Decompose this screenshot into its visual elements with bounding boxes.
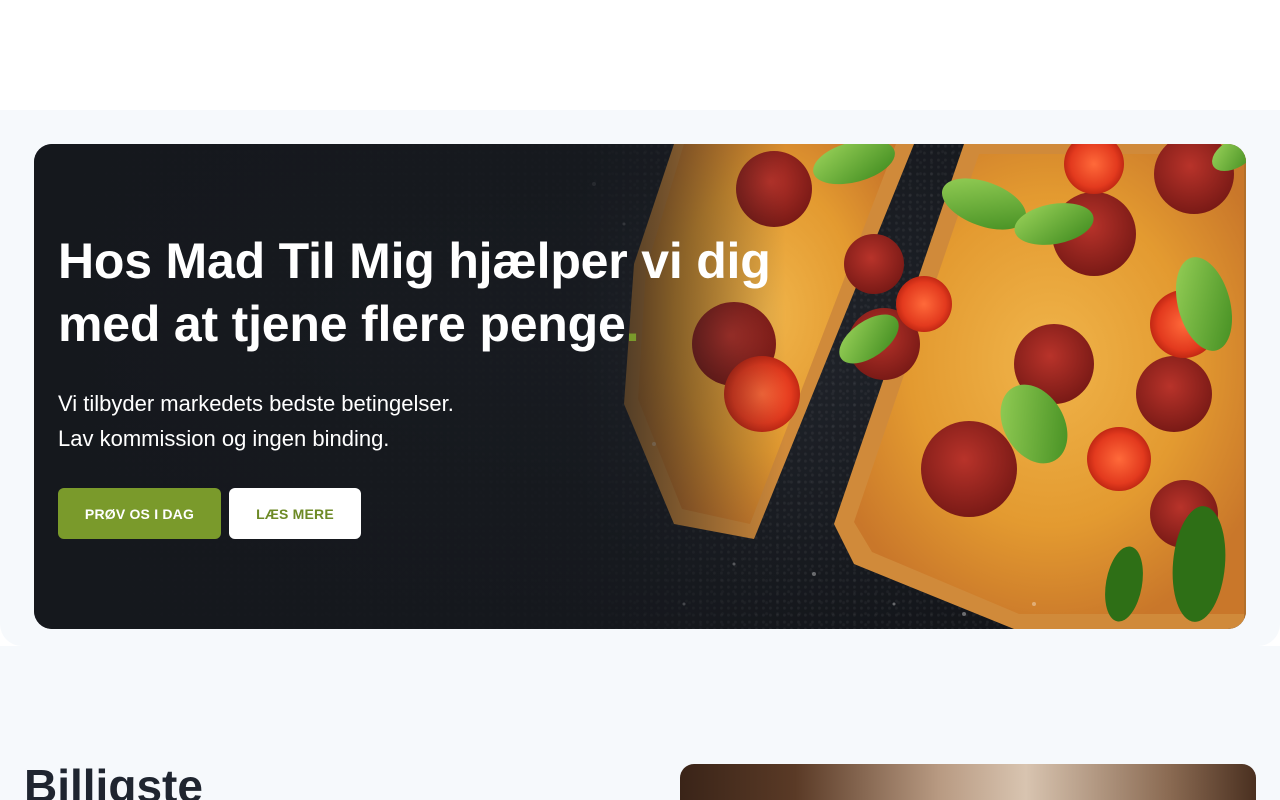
hero-content: Hos Mad Til Mig hjælper vi dig med at tj… [58, 230, 778, 539]
hero-subtitle: Vi tilbyder markedets bedste betingelser… [58, 386, 778, 456]
hero-subtitle-line-2: Lav kommission og ingen binding. [58, 426, 390, 451]
try-us-today-button[interactable]: PRØV OS I DAG [58, 488, 221, 539]
hero-title: Hos Mad Til Mig hjælper vi dig med at tj… [58, 230, 778, 356]
restaurant-photo [680, 764, 1256, 800]
read-more-button[interactable]: LÆS MERE [229, 488, 361, 539]
section-heading: Billigste [24, 760, 203, 800]
hero-banner: Hos Mad Til Mig hjælper vi dig med at tj… [34, 144, 1246, 629]
hero-subtitle-line-1: Vi tilbyder markedets bedste betingelser… [58, 391, 454, 416]
hero-buttons: PRØV OS I DAG LÆS MERE [58, 488, 778, 539]
hero-title-text: Hos Mad Til Mig hjælper vi dig med at tj… [58, 233, 771, 352]
site-header [0, 0, 1280, 110]
hero-section: Hos Mad Til Mig hjælper vi dig med at tj… [0, 110, 1280, 646]
hero-title-dot: . [625, 296, 640, 352]
pricing-section: Billigste [0, 646, 1280, 800]
